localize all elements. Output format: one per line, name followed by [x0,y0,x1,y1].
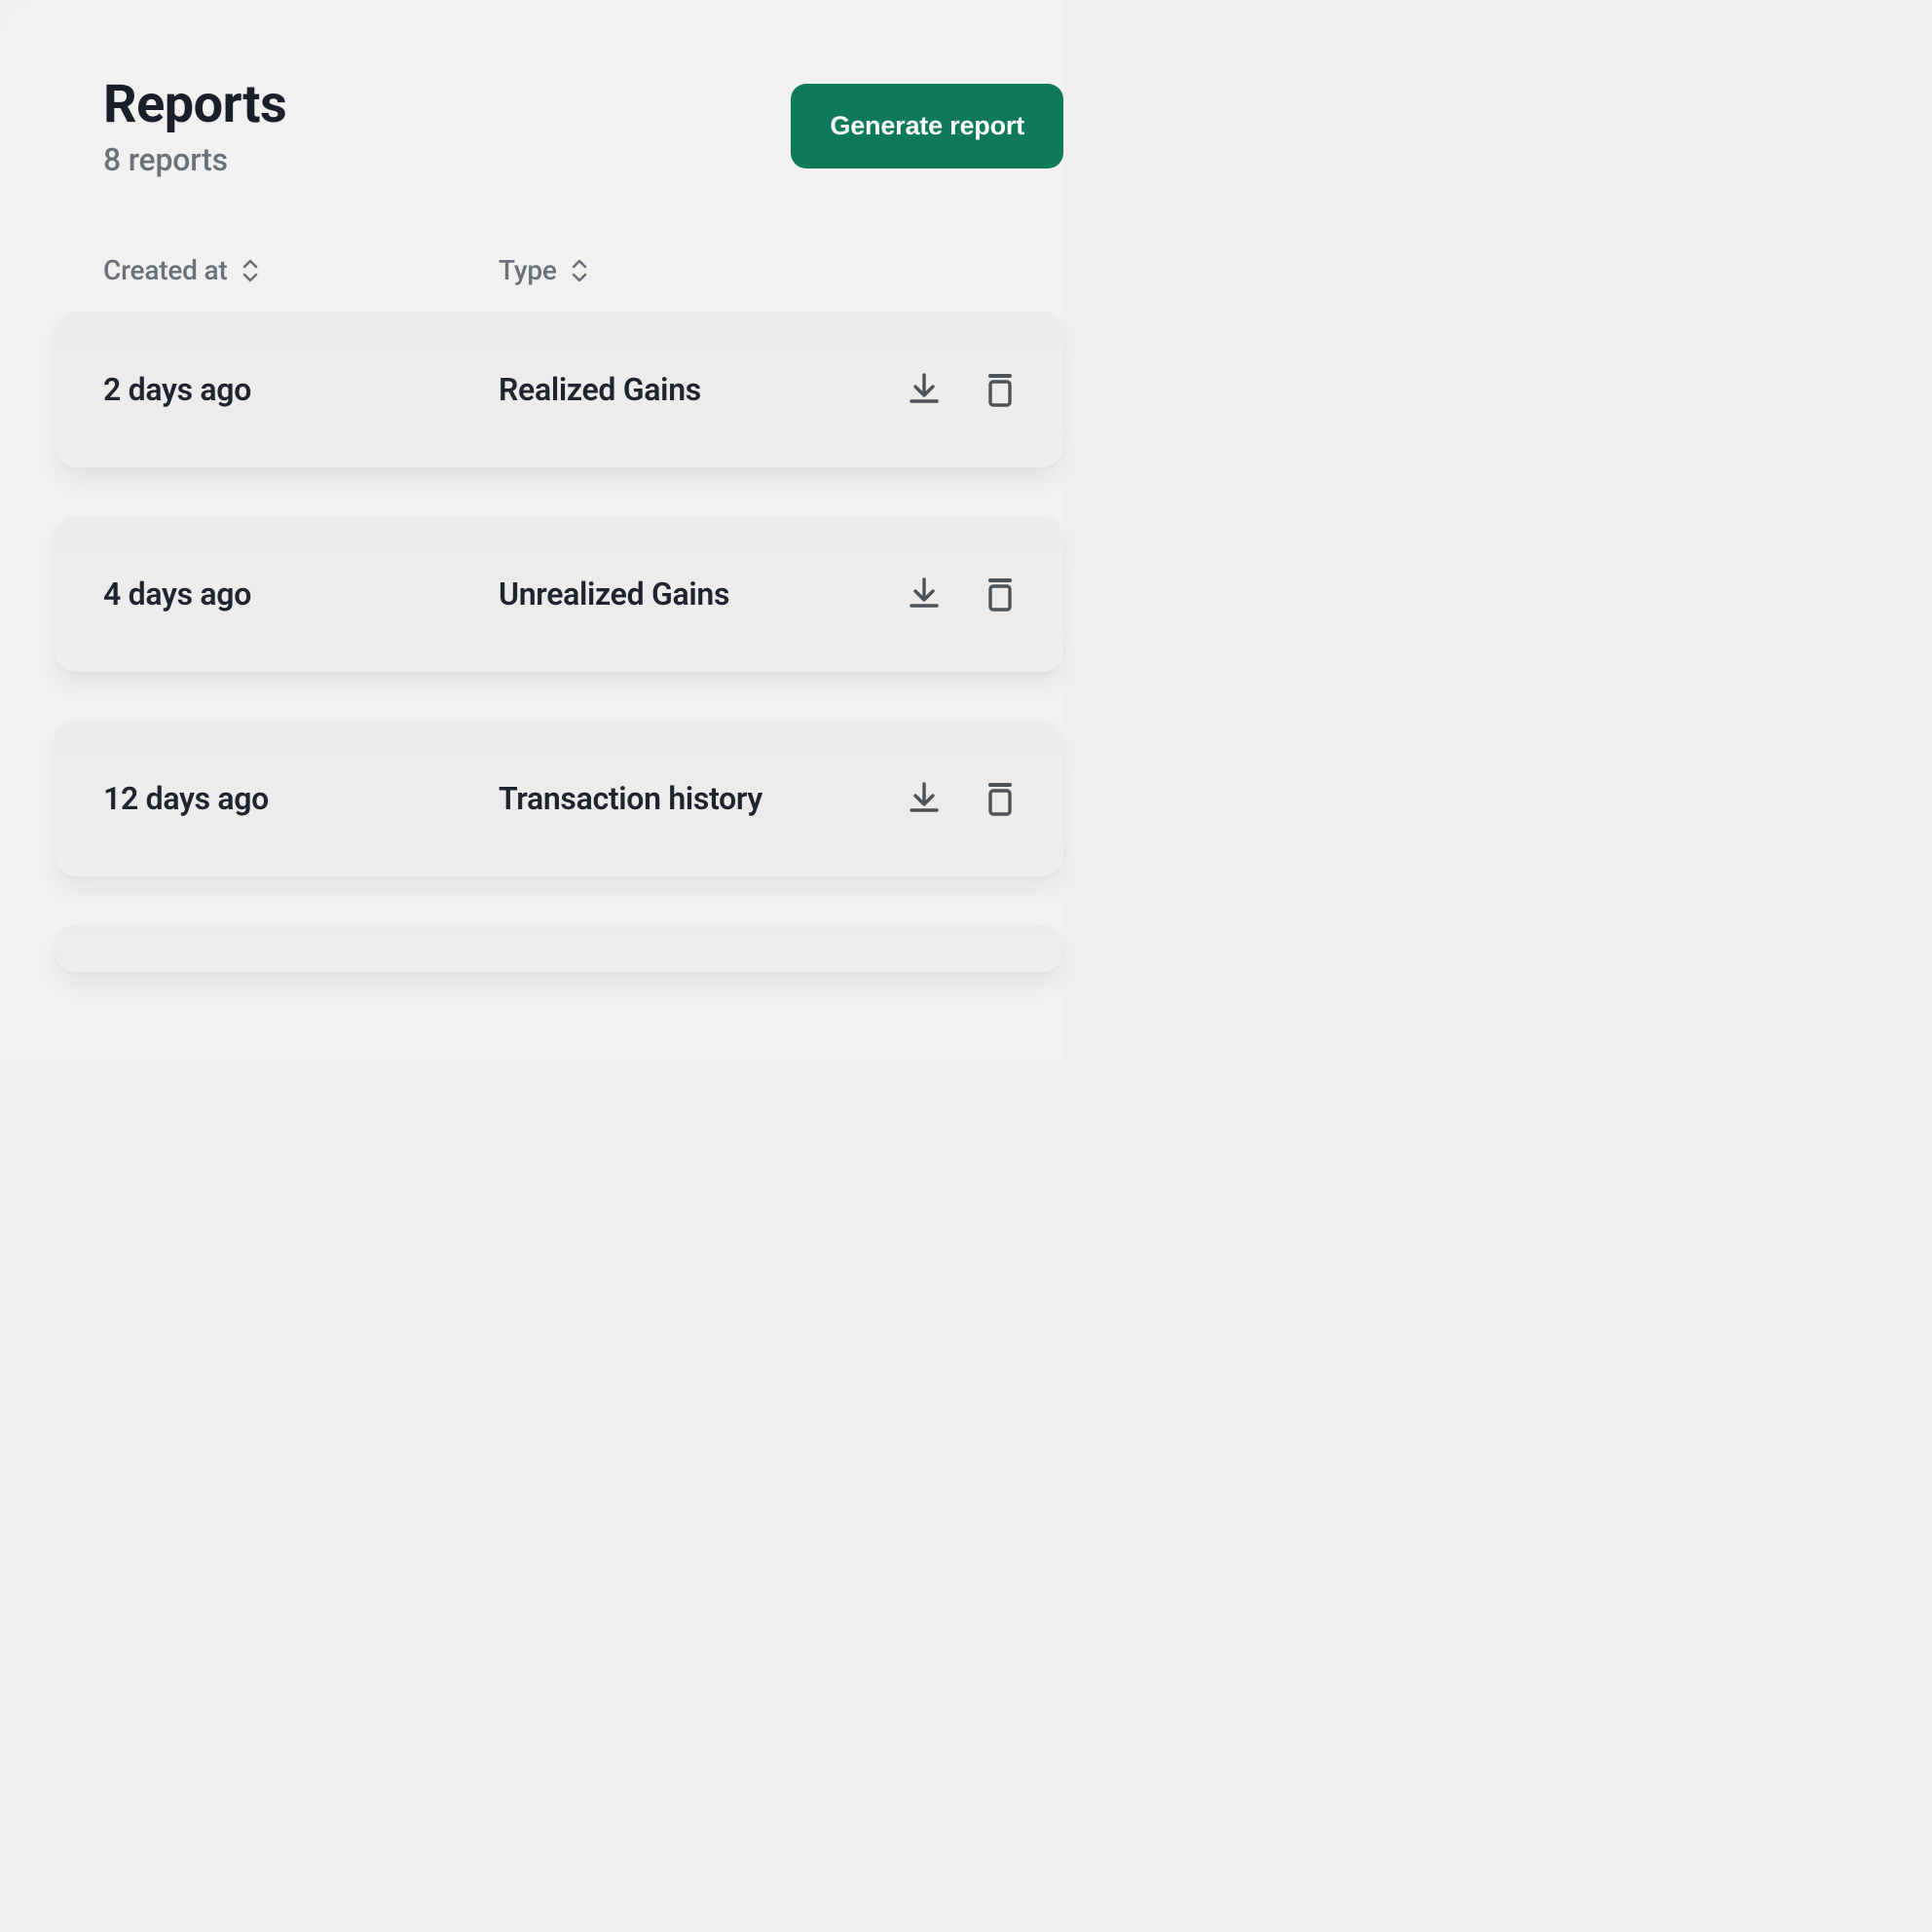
report-actions [906,370,1017,409]
report-type: Unrealized Gains [499,576,906,613]
trash-icon [984,779,1017,818]
report-row: 2 days ago Realized Gains [55,312,1063,467]
delete-button[interactable] [984,779,1017,818]
column-header-created-at[interactable]: Created at [103,254,499,286]
download-icon [906,780,943,817]
report-count: 8 reports [103,141,286,178]
download-icon [906,576,943,613]
report-type: Transaction history [499,780,906,817]
report-type: Realized Gains [499,371,906,408]
report-actions [906,575,1017,613]
column-label: Type [499,254,557,286]
column-header-type[interactable]: Type [499,254,588,286]
report-actions [906,779,1017,818]
title-block: Reports 8 reports [103,76,286,178]
report-created-at: 2 days ago [103,371,499,408]
page-title: Reports [103,76,286,133]
download-button[interactable] [906,576,943,613]
reports-panel: Reports 8 reports Generate report Create… [0,0,1063,1063]
sort-icon [571,259,588,282]
column-label: Created at [103,254,228,286]
report-row [55,925,1063,972]
column-headers: Created at Type [103,254,1063,312]
trash-icon [984,575,1017,613]
header: Reports 8 reports Generate report [103,76,1063,178]
report-row: 4 days ago Unrealized Gains [55,516,1063,672]
trash-icon [984,370,1017,409]
report-created-at: 12 days ago [103,780,499,817]
delete-button[interactable] [984,575,1017,613]
sort-icon [242,259,259,282]
reports-table: Created at Type 2 days [103,254,1063,972]
download-icon [906,371,943,408]
report-created-at: 4 days ago [103,576,499,613]
report-row: 12 days ago Transaction history [55,721,1063,876]
download-button[interactable] [906,371,943,408]
delete-button[interactable] [984,370,1017,409]
download-button[interactable] [906,780,943,817]
generate-report-button[interactable]: Generate report [791,84,1063,168]
